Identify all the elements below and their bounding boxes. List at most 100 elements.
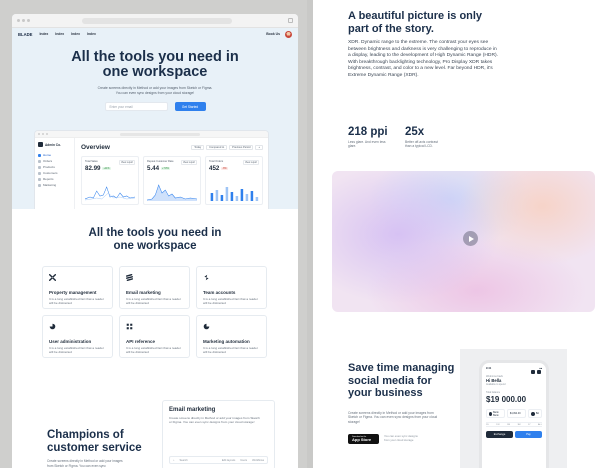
toolbar-edit-layouts[interactable]: Edit layouts [222, 459, 235, 462]
metric-cards: Total Sales View report 82.99 +11% Repeat… [81, 156, 263, 205]
range-option[interactable]: 1D [486, 424, 489, 426]
app-store-button[interactable]: Download on the App Store [348, 434, 379, 444]
window-dot[interactable] [27, 19, 30, 22]
metric-card-total-orders[interactable]: Total Orders View report 452 -8% [205, 156, 263, 205]
sidebar-item-label: Customers [43, 171, 58, 175]
account-pill-label: Bank Bank [493, 410, 499, 417]
nav-link[interactable]: Index [71, 32, 80, 36]
nav-link[interactable]: Index [55, 32, 64, 36]
toolbar-workflows[interactable]: Workflows [252, 459, 264, 462]
window-dot [42, 133, 44, 135]
feature-desc: It is a long established fact that a rea… [126, 346, 181, 355]
site-logo[interactable]: BLADE [18, 32, 32, 37]
orders-icon [38, 159, 41, 163]
metric-badge: -8% [221, 166, 228, 170]
phone-time: 9:41 [486, 367, 492, 370]
feature-card[interactable]: User administration It is a long establi… [42, 315, 113, 358]
metric-badge: +11% [102, 166, 111, 170]
stat-desc: Less glare. And even less glare. [348, 140, 386, 149]
app-brand-label: Admin Co. [45, 142, 61, 147]
metric-card-total-sales[interactable]: Total Sales View report 82.99 +11% [81, 156, 139, 205]
account-pill[interactable]: Bank Bank [486, 409, 505, 418]
window-dot[interactable] [17, 19, 20, 22]
champions-subtitle: Create screens directly in Method or add… [47, 459, 123, 468]
address-bar[interactable] [82, 17, 232, 24]
feature-card[interactable]: Email marketing It is a long established… [119, 266, 190, 309]
email-marketing-card[interactable]: Email marketing Create screens directly … [162, 400, 275, 468]
feature-title: User administration [49, 339, 92, 344]
app-sidebar: Admin Co. Home Orders Products Customers… [35, 138, 75, 209]
stripes-icon [126, 274, 133, 281]
toolbar-search[interactable]: Search [179, 459, 187, 462]
window-dot [38, 133, 40, 135]
reports-icon [38, 177, 41, 181]
tab-square-icon[interactable] [288, 18, 293, 23]
save-time-subtitle: Create screens directly in Method or add… [348, 411, 438, 424]
email-input[interactable]: Enter your email [104, 102, 168, 111]
add-widget-button[interactable]: + [255, 145, 263, 150]
play-icon[interactable] [463, 231, 478, 246]
feature-card[interactable]: Property management It is a long establi… [42, 266, 113, 309]
metric-number: 452 [209, 165, 220, 172]
metric-card-repeat-rate[interactable]: Repeat Customer Rate View report 5.44 +7.… [143, 156, 201, 205]
feature-desc: It is a long established fact that a rea… [203, 346, 258, 355]
view-report-link[interactable]: View report [242, 160, 259, 165]
search-icon[interactable]: ⌕ [173, 459, 174, 462]
range-option[interactable]: 1Y [528, 424, 531, 426]
feature-card[interactable]: Team accounts It is a long established f… [196, 266, 267, 309]
sidebar-item-label: Reports [43, 177, 54, 181]
book-us-link[interactable]: Book Us [266, 32, 280, 36]
feature-desc: It is a long established fact that a rea… [49, 346, 104, 355]
hero-subtitle-line: You can even sync designs from your clou… [115, 91, 195, 95]
customers-icon [38, 171, 41, 175]
account-pill[interactable]: $4,094.00 [506, 409, 526, 418]
sidebar-item-label: Home [43, 153, 52, 157]
exchange-button[interactable]: Exchange [486, 431, 513, 438]
window-dot [46, 133, 48, 135]
video-player[interactable] [332, 171, 595, 312]
browser-chrome [12, 14, 298, 28]
view-report-link[interactable]: View report [180, 160, 197, 165]
phone-subtitle: Available to spend [486, 383, 506, 386]
phone-account-row: Bank Bank $4,094.00 BA [486, 409, 543, 418]
feature-title: Marketing automation [203, 339, 250, 344]
sidebar-item-marketing[interactable]: Marketing [38, 182, 71, 188]
email-toolbar: ⌕ Search Edit layouts Users Workflows [169, 456, 268, 464]
range-option[interactable]: 1M [507, 424, 510, 426]
range-option[interactable]: ALL [538, 424, 542, 426]
view-report-link[interactable]: View report [118, 160, 135, 165]
feature-grid: Property management It is a long establi… [42, 266, 267, 358]
hero-subtitle: Create screens directly in Method or add… [12, 86, 298, 96]
account-pill-label: $4,094.00 [509, 412, 521, 415]
app-address-bar [120, 132, 200, 136]
feature-card[interactable]: Marketing automation It is a long establ… [196, 315, 267, 358]
sidebar-item-label: Marketing [43, 183, 57, 187]
range-option[interactable]: 1W [496, 424, 499, 426]
avatar[interactable] [285, 30, 292, 38]
stat-ppi: 218 ppi Less glare. And even less glare. [348, 126, 388, 149]
products-icon [38, 165, 41, 169]
email-card-desc: Create screens directly in Method or add… [169, 416, 260, 425]
site-nav: BLADE Index Index Index Index Book Us [12, 28, 298, 40]
menu-icon[interactable] [537, 370, 541, 374]
period-select[interactable]: Previous Period [229, 145, 254, 150]
feature-card[interactable]: API reference It is a long established f… [119, 315, 190, 358]
nav-link[interactable]: Index [39, 32, 48, 36]
notification-icon[interactable] [531, 370, 535, 374]
pay-button[interactable]: Pay [515, 431, 542, 438]
toolbar-users[interactable]: Users [240, 459, 247, 462]
date-filter[interactable]: Today [191, 145, 205, 150]
bolt-icon [204, 274, 209, 281]
nav-link[interactable]: Index [87, 32, 96, 36]
metric-value: 5.44 +7.8% [147, 165, 197, 172]
feature-title: API reference [126, 339, 156, 344]
stat-value: 25x [405, 126, 425, 138]
store-note: You can even sync designs from your clou… [384, 434, 418, 442]
get-started-button[interactable]: Get Started [174, 102, 206, 111]
range-option[interactable]: 3M [517, 424, 520, 426]
phone-mockup: 9:41 ▴▴ Welcome back Hi Bella Available t… [479, 360, 549, 468]
app-chrome [35, 131, 268, 138]
left-artboard: BLADE Index Index Index Index Book Us Al… [0, 0, 307, 468]
account-pill[interactable]: BA [527, 409, 543, 418]
window-dot[interactable] [22, 19, 25, 22]
